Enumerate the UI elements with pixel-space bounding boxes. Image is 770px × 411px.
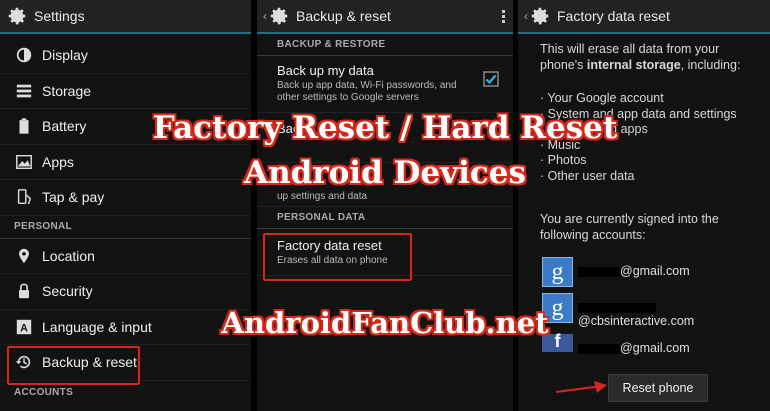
- google-account-icon: g: [542, 257, 573, 287]
- redacted-username: [578, 266, 620, 277]
- backup-reset-panel: ‹ Backup & reset BACKUP & RESTORE Back u…: [257, 0, 513, 411]
- erase-list-item: · Downloaded apps: [540, 122, 648, 136]
- sidebar-item-storage[interactable]: Storage: [0, 74, 251, 109]
- backup-action-bar: ‹ Backup & reset: [257, 0, 513, 34]
- language-icon: A: [14, 317, 34, 337]
- up-chevron-icon[interactable]: ‹: [524, 9, 528, 23]
- automatic-restore-summary: up settings and data: [277, 191, 368, 202]
- settings-panel: Settings Display Storage Battery Apps Tap & …: [0, 0, 251, 411]
- factory-intro: This will erase all data from your phone…: [540, 42, 741, 72]
- erase-list: · Your Google account · System and app da…: [518, 81, 770, 192]
- sidebar-item-label: Apps: [42, 153, 74, 170]
- sidebar-item-label: Display: [42, 47, 88, 64]
- account-domain: @gmail.com: [620, 264, 690, 278]
- sidebar-item-tap-pay[interactable]: Tap & pay: [0, 180, 251, 216]
- backup-gear-icon[interactable]: [268, 5, 290, 27]
- account-row: f @gmail.com: [542, 331, 748, 355]
- facebook-account-icon: f: [542, 331, 573, 352]
- redacted-username: [578, 302, 656, 313]
- section-backup-restore: BACKUP & RESTORE: [257, 34, 513, 56]
- reset-phone-button[interactable]: Reset phone: [608, 374, 708, 402]
- factory-reset-panel: ‹ Factory data reset This will erase all…: [518, 0, 770, 411]
- sidebar-item-security[interactable]: Security: [0, 274, 251, 310]
- arrow-icon: [555, 381, 607, 393]
- settings-gear-icon[interactable]: [6, 5, 28, 27]
- erase-list-item: · Other user data: [540, 168, 635, 183]
- account-row: g @cbsinteractive.com: [542, 293, 748, 328]
- backup-title: Backup & reset: [296, 8, 391, 24]
- backup-my-data-title: Back up my data: [277, 63, 374, 78]
- display-icon: [14, 45, 34, 65]
- sidebar-item-battery[interactable]: Battery: [0, 109, 251, 145]
- sidebar-item-label: Language & input: [42, 318, 152, 335]
- sidebar-item-location[interactable]: Location: [0, 239, 251, 274]
- sidebar-item-label: Tap & pay: [42, 189, 105, 206]
- backup-checkbox[interactable]: [483, 71, 499, 87]
- factory-title: Factory data reset: [557, 8, 670, 24]
- sidebar-item-label: Battery: [42, 118, 87, 135]
- signed-in-text: You are currently signed into the follow…: [540, 212, 719, 242]
- backup-my-data-summary: Back up app data, Wi-Fi passwords, and o…: [277, 80, 457, 103]
- backup-account-title: Bac: [277, 121, 300, 136]
- account-domain: @cbsinteractive.com: [578, 314, 695, 328]
- account-address: @cbsinteractive.com: [578, 300, 748, 328]
- redacted-username: [578, 343, 620, 354]
- backup-my-data-item[interactable]: Back up my data Back up app data, Wi-Fi …: [257, 56, 513, 113]
- account-address: @gmail.com: [578, 341, 690, 355]
- section-personal-data: PERSONAL DATA: [257, 207, 513, 229]
- factory-action-bar: ‹ Factory data reset: [518, 0, 770, 34]
- svg-text:A: A: [20, 322, 28, 334]
- lock-icon: [14, 281, 34, 301]
- factory-reset-highlight: [263, 233, 412, 281]
- backup-account-item[interactable]: Bac: [257, 113, 513, 163]
- sidebar-item-label: Security: [42, 283, 93, 300]
- up-chevron-icon[interactable]: ‹: [263, 9, 267, 23]
- account-domain: @gmail.com: [620, 341, 690, 355]
- location-icon: [14, 246, 34, 266]
- storage-icon: [14, 81, 34, 101]
- erase-list-item: · Music: [540, 137, 581, 152]
- sidebar-item-label: Location: [42, 247, 95, 264]
- erase-list-item: · Photos: [540, 153, 587, 167]
- automatic-restore-item[interactable]: up settings and data: [257, 163, 513, 207]
- factory-gear-icon[interactable]: [529, 5, 551, 27]
- overflow-menu-icon[interactable]: [502, 9, 505, 23]
- erase-list-item: · System and app data and settings: [540, 106, 737, 121]
- erase-list-item: · Your Google account: [540, 91, 664, 105]
- account-address: @gmail.com: [578, 264, 690, 278]
- sidebar-item-label: Storage: [42, 82, 92, 99]
- apps-icon: [14, 152, 34, 172]
- settings-action-bar: Settings: [0, 0, 251, 34]
- sidebar-item-display[interactable]: Display: [0, 38, 251, 74]
- google-account-icon: g: [542, 293, 573, 323]
- account-list: g @gmail.com g @cbsinteractive.com f @gmail.c…: [518, 257, 770, 355]
- sidebar-item-apps[interactable]: Apps: [0, 145, 251, 180]
- sidebar-item-language-input[interactable]: A Language & input: [0, 310, 251, 345]
- tap-pay-icon: [14, 187, 34, 207]
- settings-title: Settings: [34, 8, 85, 24]
- section-personal: PERSONAL: [0, 216, 251, 239]
- battery-icon: [14, 116, 34, 136]
- backup-reset-highlight: [7, 346, 140, 385]
- account-row: g @gmail.com: [542, 257, 748, 287]
